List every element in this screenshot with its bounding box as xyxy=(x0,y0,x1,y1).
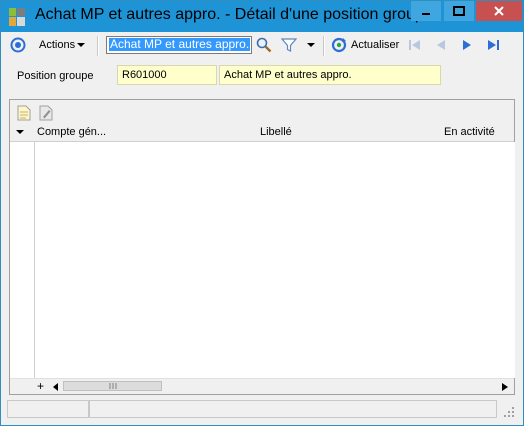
app-icon xyxy=(9,8,25,26)
grip-icon xyxy=(109,383,117,389)
edit-document-icon[interactable] xyxy=(39,105,53,121)
toolbar-separator xyxy=(97,36,99,56)
close-button[interactable] xyxy=(476,1,522,21)
toolbar-separator xyxy=(323,36,325,56)
main-window: Achat MP et autres appro. - Détail d'une… xyxy=(0,0,524,426)
previous-record-button[interactable] xyxy=(433,34,449,56)
refresh-icon xyxy=(331,37,347,53)
target-icon xyxy=(10,37,26,53)
first-record-button[interactable] xyxy=(407,34,423,56)
search-button[interactable] xyxy=(256,34,272,56)
column-header-libelle[interactable]: Libellé xyxy=(260,126,292,138)
search-input-value: Achat MP et autres appro. xyxy=(109,37,251,51)
actions-label: Actions xyxy=(39,39,76,51)
expand-plus-button[interactable]: + xyxy=(37,379,44,393)
scroll-right-icon[interactable] xyxy=(502,383,508,391)
next-record-icon xyxy=(463,40,471,50)
filter-icon xyxy=(281,38,297,52)
accounts-grid: Compte gén... Libellé En activité + xyxy=(9,99,515,395)
position-groupe-label: Position groupe xyxy=(17,70,94,82)
next-record-button[interactable] xyxy=(459,34,475,56)
actions-menu-button[interactable]: Actions xyxy=(39,34,86,56)
position-groupe-row: Position groupe R601000 Achat MP et autr… xyxy=(1,63,523,87)
new-document-icon[interactable] xyxy=(17,105,31,121)
status-bar xyxy=(7,400,517,420)
maximize-button[interactable] xyxy=(444,1,474,21)
close-icon xyxy=(494,6,504,16)
filter-dropdown-button[interactable] xyxy=(307,34,315,56)
filter-button[interactable] xyxy=(281,34,297,56)
resize-grip-icon[interactable] xyxy=(503,406,515,418)
chevron-down-icon[interactable] xyxy=(16,129,24,135)
last-record-icon xyxy=(488,40,499,50)
window-title: Achat MP et autres appro. - Détail d'une… xyxy=(35,6,433,23)
grid-header: Compte gén... Libellé En activité xyxy=(10,124,514,142)
title-bar[interactable]: Achat MP et autres appro. - Détail d'une… xyxy=(1,1,523,32)
search-input[interactable]: Achat MP et autres appro. xyxy=(106,36,252,54)
last-record-button[interactable] xyxy=(485,34,501,56)
status-cell xyxy=(89,400,497,418)
scrollbar-thumb[interactable] xyxy=(63,381,162,391)
search-icon xyxy=(256,37,272,53)
refresh-label: Actualiser xyxy=(351,39,400,51)
grid-rows-area[interactable] xyxy=(34,142,515,378)
previous-record-icon xyxy=(437,40,445,50)
maximize-icon xyxy=(453,6,465,16)
chevron-down-icon xyxy=(77,43,86,47)
column-header-compte[interactable]: Compte gén... xyxy=(37,126,106,138)
target-button[interactable] xyxy=(10,34,26,56)
status-cell xyxy=(7,400,89,418)
grid-toolbar xyxy=(10,100,514,124)
scroll-left-icon[interactable] xyxy=(53,383,59,391)
position-name-field[interactable]: Achat MP et autres appro. xyxy=(219,65,441,85)
minimize-button[interactable] xyxy=(411,1,441,21)
column-header-en-activite[interactable]: En activité xyxy=(444,126,495,138)
refresh-button[interactable]: Actualiser xyxy=(331,34,399,56)
first-record-icon xyxy=(409,40,420,50)
toolbar: Actions Achat MP et autres appro. Actual… xyxy=(7,34,517,58)
horizontal-scrollbar[interactable]: + xyxy=(10,378,514,394)
chevron-down-icon xyxy=(307,43,315,47)
minimize-icon xyxy=(422,13,430,15)
position-code-field[interactable]: R601000 xyxy=(117,65,217,85)
